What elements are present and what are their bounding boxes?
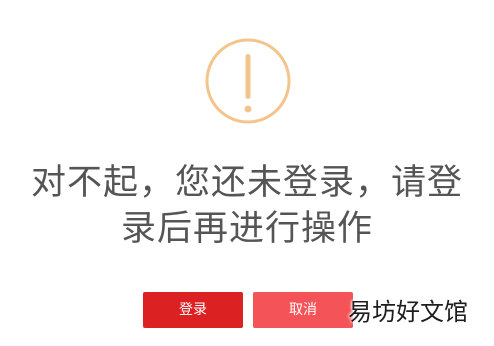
exclamation-circle-icon xyxy=(205,38,291,124)
login-required-message: 对不起，您还未登录，请登 录后再进行操作 xyxy=(20,160,474,252)
message-line-1: 对不起，您还未登录，请登 xyxy=(30,163,463,203)
watermark-text: 易坊好文馆 xyxy=(348,298,468,326)
login-required-page: 对不起，您还未登录，请登 录后再进行操作 登录 取消 易坊好文馆 xyxy=(0,0,494,346)
message-line-2: 录后再进行操作 xyxy=(120,209,373,249)
cancel-button[interactable]: 取消 xyxy=(253,292,353,328)
login-button[interactable]: 登录 xyxy=(143,292,243,328)
